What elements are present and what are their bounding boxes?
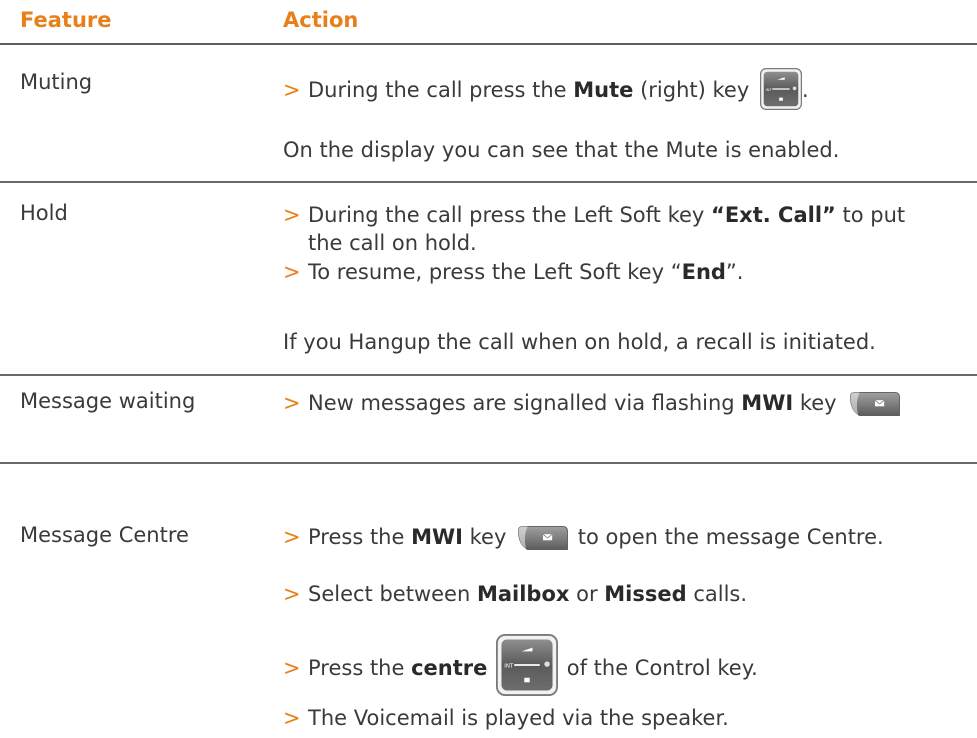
header-action: Action	[283, 8, 359, 32]
muting-note: On the display you can see that the Mute…	[283, 138, 840, 162]
hold-note: If you Hangup the call when on hold, a r…	[283, 330, 876, 354]
chevron-right-icon: >	[283, 582, 301, 606]
mwi-key-icon	[515, 525, 571, 551]
chevron-right-icon: >	[283, 260, 301, 284]
hold-step-1-cont: the call on hold.	[308, 231, 477, 255]
feature-message-centre: Message Centre	[20, 523, 189, 547]
hold-step-1: > During the call press the Left Soft key…	[283, 203, 906, 227]
chevron-right-icon: >	[283, 656, 301, 680]
message-centre-step-1: > Press the MWI key to open the message C…	[283, 525, 884, 551]
header-feature: Feature	[20, 8, 112, 32]
feature-muting: Muting	[20, 70, 93, 94]
row-divider	[0, 462, 977, 464]
header-divider	[0, 43, 977, 45]
control-key-icon	[496, 634, 558, 696]
mwi-key-icon	[847, 391, 903, 417]
chevron-right-icon: >	[283, 525, 301, 549]
feature-hold: Hold	[20, 201, 68, 225]
chevron-right-icon: >	[283, 203, 301, 227]
message-waiting-step: > New messages are signalled via flashing…	[283, 389, 903, 417]
message-centre-step-3: > Press the centre of the Control key.	[283, 638, 758, 700]
message-centre-step-4: > The Voicemail is played via the speaker…	[283, 706, 729, 730]
message-centre-step-2: > Select between Mailbox or Missed calls.	[283, 582, 748, 606]
muting-step: > During the call press the Mute (right) …	[283, 70, 809, 112]
chevron-right-icon: >	[283, 391, 301, 415]
feature-message-waiting: Message waiting	[20, 389, 196, 413]
row-divider	[0, 181, 977, 183]
hold-step-2: > To resume, press the Left Soft key “End…	[283, 260, 744, 284]
control-key-icon	[760, 68, 802, 110]
chevron-right-icon: >	[283, 78, 301, 102]
chevron-right-icon: >	[283, 706, 301, 730]
row-divider	[0, 374, 977, 376]
